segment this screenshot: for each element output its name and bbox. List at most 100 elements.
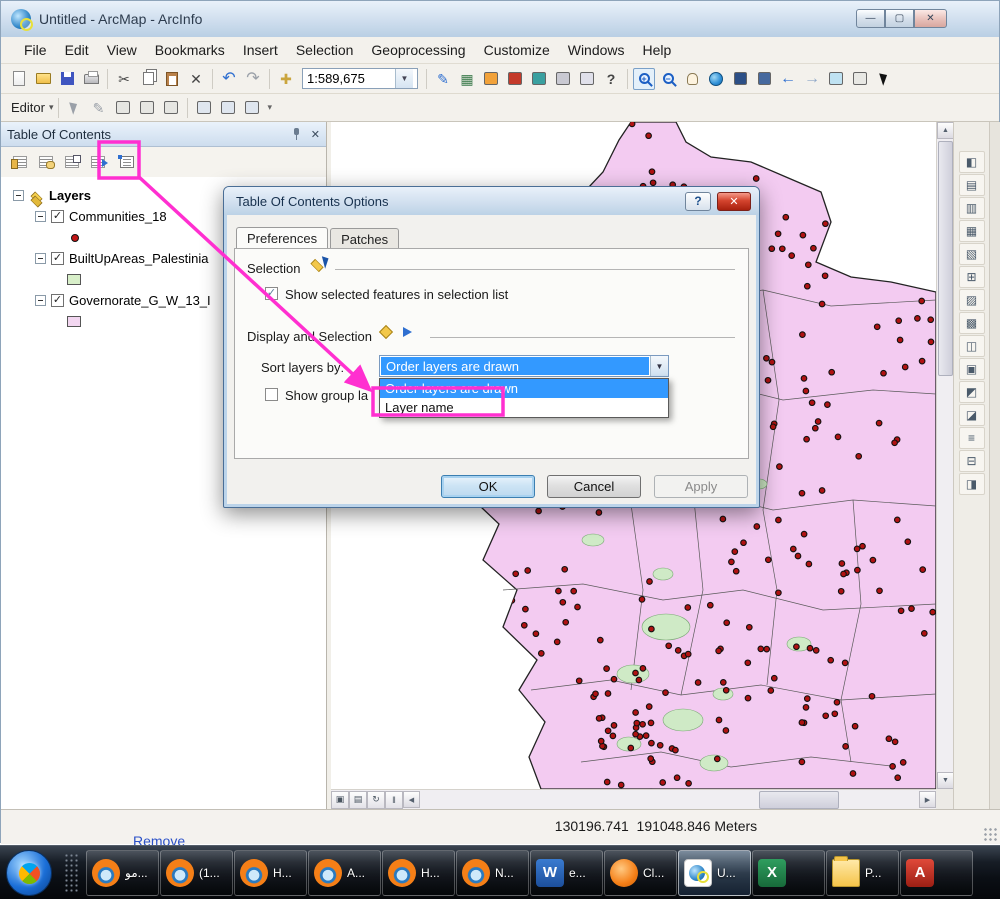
taskbar-firefox-6[interactable]: N...	[456, 849, 529, 896]
scroll-up-icon[interactable]: ▲	[937, 122, 954, 139]
toc-title-bar[interactable]: Table Of Contents ✕	[1, 122, 326, 147]
apply-button[interactable]: Apply	[654, 475, 748, 498]
point-symbol-swatch[interactable]	[71, 233, 79, 242]
dialog-title-bar[interactable]: Table Of Contents Options ? ✕	[224, 187, 759, 215]
arctoolbox-button[interactable]	[504, 68, 526, 90]
vertical-scroll-thumb[interactable]	[938, 141, 953, 376]
toolbar-overflow-icon[interactable]: ▾	[268, 103, 273, 112]
toc-close-icon[interactable]: ✕	[311, 128, 320, 141]
layer-checkbox[interactable]: ✓	[51, 252, 64, 265]
map-vertical-scrollbar[interactable]: ▲ ▼	[936, 122, 954, 789]
menu-edit[interactable]: Edit	[56, 38, 98, 62]
menu-bookmarks[interactable]: Bookmarks	[146, 38, 234, 62]
layer-label[interactable]: Governorate_G_W_13_I	[69, 293, 211, 308]
dock-tool-7-icon[interactable]: ▨	[958, 289, 985, 311]
paste-button[interactable]	[161, 68, 183, 90]
close-button[interactable]: ✕	[914, 9, 947, 28]
editor-attributes-button[interactable]	[193, 97, 215, 119]
polygon-symbol-swatch[interactable]	[67, 316, 81, 327]
dialog-help-button[interactable]: ?	[685, 191, 711, 211]
taskbar-arcmap[interactable]: U...	[678, 849, 751, 896]
dock-tool-2-icon[interactable]: ▤	[958, 174, 985, 196]
command-search-button[interactable]	[576, 68, 598, 90]
editor-create-features-button[interactable]	[241, 97, 263, 119]
layers-root-label[interactable]: Layers	[49, 188, 91, 203]
map-horizontal-scrollbar[interactable]: ▣ ▤ ↻ ‖ ◀ ▶	[331, 789, 936, 809]
menu-customize[interactable]: Customize	[475, 38, 559, 62]
editor-polygon-tool[interactable]	[136, 97, 158, 119]
dock-tool-4-icon[interactable]: ▦	[958, 220, 985, 242]
arccatalog-button[interactable]	[480, 68, 502, 90]
model-builder-button[interactable]	[528, 68, 550, 90]
list-by-visibility-button[interactable]	[59, 150, 85, 174]
pause-drawing-button[interactable]: ‖	[385, 790, 403, 809]
clear-selection-button[interactable]	[849, 68, 871, 90]
taskbar-excel[interactable]: X	[752, 849, 825, 896]
menu-insert[interactable]: Insert	[234, 38, 287, 62]
editor-sketch-tool[interactable]: ✎	[88, 97, 110, 119]
menu-selection[interactable]: Selection	[287, 38, 363, 62]
dock-tool-1-icon[interactable]: ◧	[958, 151, 985, 173]
fixed-zoom-out-button[interactable]	[753, 68, 775, 90]
horizontal-scroll-track[interactable]	[420, 790, 919, 809]
show-selected-checkbox[interactable]: ✓	[265, 287, 278, 300]
redo-button[interactable]: ↷	[242, 68, 264, 90]
taskbar-folder[interactable]: P...	[826, 849, 899, 896]
dock-tool-12-icon[interactable]: ◪	[958, 404, 985, 426]
open-table-button[interactable]: ▦	[456, 68, 478, 90]
dock-tool-9-icon[interactable]: ◫	[958, 335, 985, 357]
cut-button[interactable]: ✂	[113, 68, 135, 90]
dialog-close-button[interactable]: ✕	[717, 191, 751, 211]
menu-windows[interactable]: Windows	[559, 38, 634, 62]
layer-checkbox[interactable]: ✓	[51, 210, 64, 223]
menu-geoprocessing[interactable]: Geoprocessing	[362, 38, 474, 62]
pan-tool[interactable]	[681, 68, 703, 90]
scale-dropdown-arrow-icon[interactable]: ▼	[395, 69, 413, 88]
map-scale-input[interactable]	[303, 71, 395, 86]
taskbar-firefox-1[interactable]: مو...	[86, 849, 159, 896]
menu-view[interactable]: View	[98, 38, 146, 62]
data-view-button[interactable]: ▣	[331, 790, 349, 809]
dock-tool-14-icon[interactable]: ⊟	[958, 450, 985, 472]
menu-help[interactable]: Help	[634, 38, 681, 62]
editor-toolbar-toggle-button[interactable]: ✎	[432, 68, 454, 90]
zoom-out-tool[interactable]: −	[657, 68, 679, 90]
dock-tool-11-icon[interactable]: ◩	[958, 381, 985, 403]
editor-line-tool[interactable]	[112, 97, 134, 119]
menu-file[interactable]: File	[15, 38, 56, 62]
toc-pin-icon[interactable]	[289, 127, 303, 141]
print-button[interactable]	[80, 68, 102, 90]
start-button[interactable]	[6, 849, 52, 896]
dock-tool-10-icon[interactable]: ▣	[958, 358, 985, 380]
dropdown-option-order-drawn[interactable]: Order layers are drawn	[380, 379, 668, 398]
map-scale-combo[interactable]: ▼	[302, 68, 418, 89]
resize-grip-icon[interactable]	[983, 827, 997, 841]
toc-options-button[interactable]	[111, 150, 143, 174]
copy-button[interactable]	[137, 68, 159, 90]
new-document-button[interactable]	[8, 68, 30, 90]
horizontal-scroll-thumb[interactable]	[759, 790, 840, 809]
save-button[interactable]	[56, 68, 78, 90]
whats-this-button[interactable]: ?	[600, 68, 622, 90]
taskbar-word[interactable]: We...	[530, 849, 603, 896]
dropdown-option-layer-name[interactable]: Layer name	[380, 398, 668, 417]
go-back-extent-button[interactable]: ←	[777, 68, 799, 90]
go-forward-extent-button[interactable]: →	[801, 68, 823, 90]
taskbar-firefox-5[interactable]: H...	[382, 849, 455, 896]
undo-button[interactable]: ↶	[218, 68, 240, 90]
list-by-source-button[interactable]	[33, 150, 59, 174]
maximize-button[interactable]: ▢	[885, 9, 914, 28]
expander-icon[interactable]	[35, 253, 46, 264]
dock-tool-6-icon[interactable]: ⊞	[958, 266, 985, 288]
expander-icon[interactable]	[35, 295, 46, 306]
full-extent-button[interactable]	[705, 68, 727, 90]
taskbar-adobe[interactable]: A	[900, 849, 973, 896]
title-bar[interactable]: Untitled - ArcMap - ArcInfo — ▢ ✕	[1, 1, 999, 37]
scroll-left-icon[interactable]: ◀	[403, 791, 420, 808]
taskbar-firefox-4[interactable]: A...	[308, 849, 381, 896]
scroll-right-icon[interactable]: ▶	[919, 791, 936, 808]
editor-menu-button[interactable]: Editor	[7, 100, 49, 115]
scroll-down-icon[interactable]: ▼	[937, 772, 954, 789]
dock-tool-8-icon[interactable]: ▩	[958, 312, 985, 334]
dock-tool-5-icon[interactable]: ▧	[958, 243, 985, 265]
